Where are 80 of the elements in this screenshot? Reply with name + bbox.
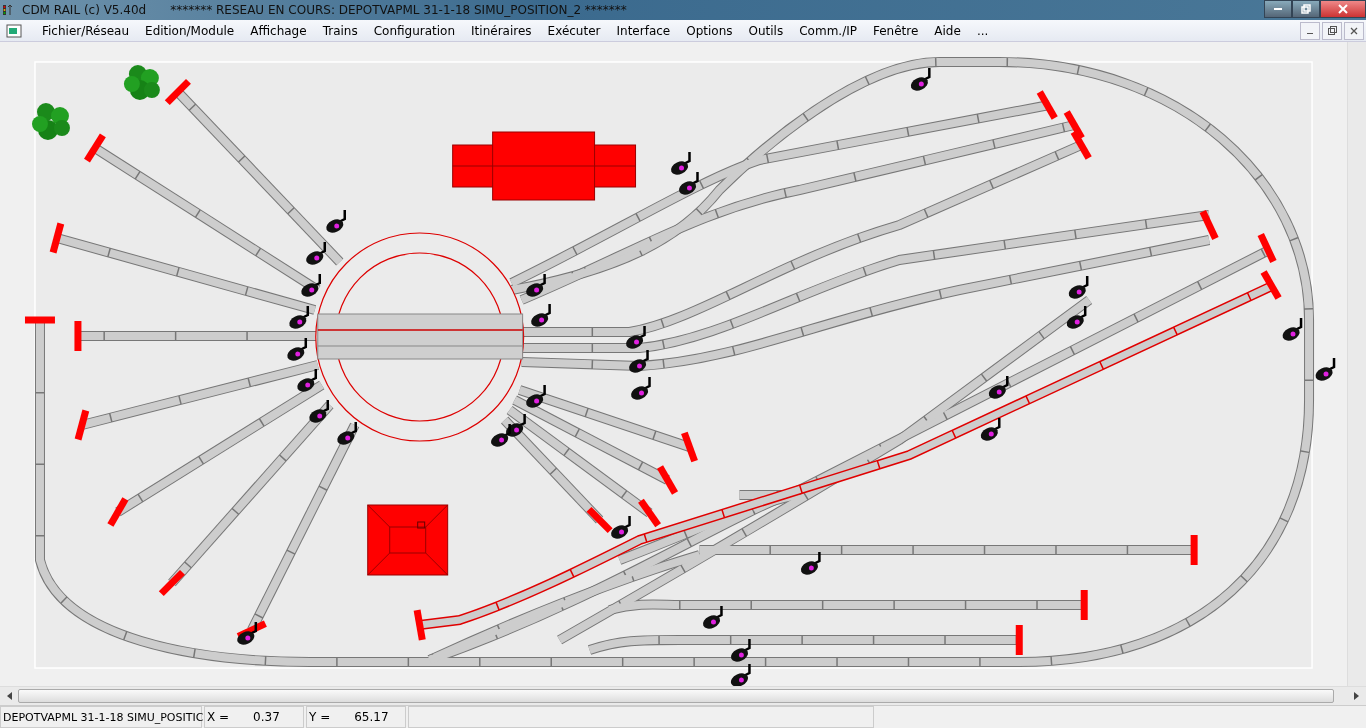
restore-icon xyxy=(1327,26,1337,36)
x-value: 0.37 xyxy=(253,710,280,725)
buffer-stop xyxy=(74,321,82,352)
menu-item[interactable]: Options xyxy=(678,23,741,38)
signal-icon xyxy=(611,516,631,540)
signal-icon xyxy=(730,664,751,687)
signal-icon xyxy=(306,242,326,266)
signal-icon xyxy=(910,68,931,92)
restore-icon xyxy=(1301,4,1311,14)
close-button[interactable] xyxy=(1344,21,1364,40)
menu-item[interactable]: Trains xyxy=(314,23,366,38)
close-button[interactable] xyxy=(1320,0,1366,18)
signal-icon xyxy=(237,622,258,646)
signal-icon xyxy=(1315,358,1336,382)
minimize-button[interactable] xyxy=(1264,0,1292,18)
signal-icon xyxy=(626,326,646,350)
minimize-icon xyxy=(1274,8,1282,10)
signal-icon xyxy=(1066,306,1087,330)
restore-button[interactable] xyxy=(1322,21,1342,40)
signal-icon xyxy=(337,422,357,446)
scroll-right-icon xyxy=(1352,692,1360,701)
signal-icon xyxy=(506,414,526,438)
signal-icon xyxy=(309,400,329,424)
menu-item[interactable]: Comm./IP xyxy=(791,23,865,38)
signal-icon xyxy=(1282,318,1303,342)
buffer-stop xyxy=(1199,210,1219,241)
scroll-left-icon xyxy=(6,692,14,701)
close-icon xyxy=(1338,4,1348,14)
menu-item[interactable]: Interface xyxy=(608,23,679,38)
status-file-name: DEPOTVAPML 31-1-18 SIMU_POSITIC xyxy=(0,706,202,728)
signal-icon xyxy=(289,306,310,330)
document-title: ******* RESEAU EN COURS: DEPOTVAPML 31-1-18 SIMU_POSITION_2 ******* xyxy=(170,2,627,17)
menu-item[interactable]: Outils xyxy=(740,23,792,38)
vertical-scrollbar[interactable] xyxy=(1347,42,1366,687)
menu-item[interactable]: Affichage xyxy=(242,23,315,38)
signal-icon xyxy=(1068,276,1089,300)
signal-icon xyxy=(297,369,317,393)
buffer-stop xyxy=(49,223,65,254)
signal-icon xyxy=(702,606,723,630)
menu-item[interactable]: Aide xyxy=(926,23,969,38)
close-icon xyxy=(1350,26,1358,35)
signal-icon xyxy=(678,172,699,196)
signal-icon xyxy=(287,338,308,362)
scrollbar-thumb[interactable] xyxy=(18,689,1334,704)
menu-item[interactable]: Itinéraires xyxy=(463,23,540,38)
buffer-stop xyxy=(413,610,426,641)
maximize-button[interactable] xyxy=(1292,0,1320,18)
tree-icon xyxy=(123,65,160,101)
x-label: X = xyxy=(207,710,230,725)
signal-icon xyxy=(631,377,651,401)
buffer-stop xyxy=(1190,535,1198,566)
signal-icon xyxy=(730,639,751,663)
signal-icon xyxy=(326,210,346,234)
signal-icon xyxy=(670,152,691,176)
window-title: CDM RAIL (c) V5.40d xyxy=(22,2,147,17)
buffer-stop xyxy=(1080,590,1088,621)
menu-item[interactable]: Fichier/Réseau xyxy=(34,23,138,38)
signal-icon xyxy=(491,424,511,448)
signal-icon xyxy=(980,418,1001,442)
tree-icon xyxy=(32,103,70,141)
buffer-stop xyxy=(1015,625,1023,656)
y-label: Y = xyxy=(309,710,331,725)
menu-item[interactable]: Edition/Module xyxy=(137,23,243,38)
signal-icon xyxy=(988,376,1009,400)
signal-icon xyxy=(526,274,546,298)
buffer-stop xyxy=(74,410,90,441)
menu-item[interactable]: Fenêtre xyxy=(864,23,927,38)
signal-icon xyxy=(526,385,546,409)
menu-item[interactable]: ... xyxy=(968,23,997,38)
minimize-icon xyxy=(1307,33,1313,35)
signal-icon xyxy=(800,552,821,576)
menu-item[interactable]: Configuration xyxy=(365,23,464,38)
signal-icon xyxy=(629,350,649,374)
buffer-stop xyxy=(25,317,55,324)
signal-icon xyxy=(531,304,551,328)
signal-icon xyxy=(301,274,321,298)
document-icon[interactable] xyxy=(6,23,22,38)
y-value: 65.17 xyxy=(354,710,389,725)
menu-item[interactable]: Exécuter xyxy=(539,23,609,38)
horizontal-scrollbar[interactable] xyxy=(0,686,1366,706)
